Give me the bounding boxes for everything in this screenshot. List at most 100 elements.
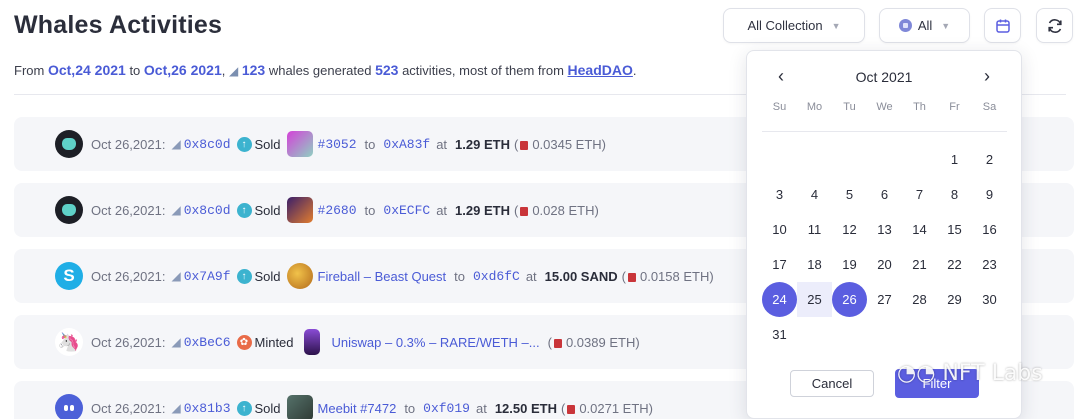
calendar-day[interactable]: 6 — [867, 177, 902, 212]
page-title: Whales Activities — [14, 11, 223, 39]
calendar-day[interactable]: 7 — [902, 177, 937, 212]
gas-fee: (0.028 ETH) — [513, 202, 599, 218]
summary-whale-count: 123 — [241, 62, 266, 78]
calendar-day[interactable]: 13 — [867, 212, 902, 247]
calendar-day[interactable]: 22 — [937, 247, 972, 282]
refresh-icon — [1047, 18, 1062, 33]
weekday-label: Tu — [843, 101, 856, 113]
calendar-day[interactable]: 3 — [762, 177, 797, 212]
price: 1.29 ETH — [455, 202, 510, 218]
calendar-day[interactable]: 18 — [797, 247, 832, 282]
calendar-button[interactable] — [984, 8, 1021, 43]
nft-thumbnail[interactable] — [286, 197, 313, 223]
sold-icon: ↑ — [236, 202, 252, 218]
nft-item-link[interactable]: Meebit #7472 — [318, 401, 397, 416]
whale-icon: ◢ — [171, 401, 181, 415]
cancel-button[interactable]: Cancel — [790, 370, 874, 397]
summary-date-to: Oct,26 2021 — [143, 62, 222, 78]
chain-filter-dropdown[interactable]: All ▼ — [879, 8, 970, 43]
sold-icon: ↑ — [236, 136, 252, 152]
calendar-day[interactable]: 30 — [972, 282, 1007, 317]
calendar-day[interactable]: 25 — [797, 282, 832, 317]
calendar-icon — [995, 19, 1010, 33]
weekday-label: We — [876, 101, 893, 113]
calendar-day[interactable]: 9 — [972, 177, 1007, 212]
nft-item-link[interactable]: Uniswap – 0.3% – RARE/WETH –... — [332, 335, 540, 350]
whale-address[interactable]: 0x7A9f — [184, 269, 231, 284]
to-label: to — [364, 136, 376, 152]
avatar — [55, 130, 83, 158]
whale-address[interactable]: 0x8c0d — [184, 137, 231, 152]
calendar-day[interactable]: 27 — [867, 282, 902, 317]
gas-fee-value: 0.0345 ETH) — [532, 136, 607, 152]
top-collection-link[interactable]: HeadDAO — [568, 62, 633, 78]
to-label: to — [404, 400, 416, 416]
whale-address[interactable]: 0x8c0d — [184, 203, 231, 218]
calendar-day[interactable]: 10 — [762, 212, 797, 247]
calendar-day[interactable]: 14 — [902, 212, 937, 247]
to-label: to — [454, 268, 465, 284]
whale-address[interactable]: 0x81b3 — [184, 401, 231, 416]
activity-date: Oct 26,2021: — [91, 400, 166, 416]
calendar-header: Oct 2021 ‹ › — [747, 67, 1021, 87]
sold-icon: ↑ — [236, 400, 252, 416]
calendar-day[interactable]: 16 — [972, 212, 1007, 247]
calendar-day[interactable]: 19 — [832, 247, 867, 282]
chain-icon — [898, 19, 912, 32]
watermark-text: NFT Labs — [942, 361, 1043, 386]
buyer-address[interactable]: 0xf019 — [423, 401, 470, 416]
calendar-day[interactable]: 15 — [937, 212, 972, 247]
nft-thumbnail[interactable] — [303, 329, 320, 355]
collection-filter-dropdown[interactable]: All Collection ▼ — [723, 8, 865, 43]
avatar: S — [55, 262, 83, 290]
nft-thumbnail[interactable] — [286, 263, 313, 289]
calendar-day[interactable]: 8 — [937, 177, 972, 212]
whale-address[interactable]: 0xBeC6 — [184, 335, 231, 350]
calendar-day[interactable]: 31 — [762, 317, 797, 352]
activity-action: Sold — [254, 268, 281, 284]
at-label: at — [436, 202, 448, 218]
chevron-down-icon: ▼ — [941, 20, 951, 31]
buyer-address[interactable]: 0xA83f — [383, 137, 430, 152]
buyer-address[interactable]: 0xd6fC — [473, 269, 520, 284]
calendar-day[interactable]: 28 — [902, 282, 937, 317]
calendar-day[interactable]: 12 — [832, 212, 867, 247]
whale-icon: ◢ — [171, 203, 181, 217]
nft-item-link[interactable]: #3052 — [318, 137, 357, 152]
gas-fee-value: 0.0389 ETH) — [565, 334, 640, 350]
at-label: at — [525, 268, 537, 284]
calendar-day-grid: 1 2 3 4 5 6 7 8 9 10 11 12 13 14 15 16 17 18 19 20 21 22 23 24 2… — [762, 142, 1007, 352]
collection-filter-label: All Collection — [747, 18, 823, 33]
whale-icon: ◢ — [171, 335, 181, 349]
nft-item-link[interactable]: #2680 — [318, 203, 357, 218]
chevron-left-icon[interactable]: ‹ — [771, 67, 791, 87]
gas-fee: (0.0389 ETH) — [547, 334, 640, 350]
buyer-address[interactable]: 0xECFC — [383, 203, 430, 218]
nft-thumbnail[interactable] — [286, 395, 313, 419]
nft-thumbnail[interactable] — [286, 131, 313, 157]
calendar-day[interactable]: 23 — [972, 247, 1007, 282]
calendar-day[interactable]: 4 — [797, 177, 832, 212]
gas-fee-value: 0.028 ETH) — [532, 202, 599, 218]
refresh-button[interactable] — [1036, 8, 1073, 43]
summary-mid-text: whales generated — [268, 63, 372, 78]
calendar-day[interactable]: 24 — [762, 282, 797, 317]
summary-tail-text: activities, most of them from — [402, 63, 564, 78]
chevron-right-icon[interactable]: › — [977, 67, 997, 87]
calendar-day[interactable]: 2 — [972, 142, 1007, 177]
calendar-day[interactable]: 11 — [797, 212, 832, 247]
gas-pump-icon — [520, 206, 529, 216]
calendar-day[interactable]: 21 — [902, 247, 937, 282]
summary-date-from: Oct,24 2021 — [47, 62, 126, 78]
calendar-day[interactable]: 26 — [832, 282, 867, 317]
calendar-day[interactable]: 17 — [762, 247, 797, 282]
calendar-day[interactable]: 5 — [832, 177, 867, 212]
calendar-day[interactable]: 29 — [937, 282, 972, 317]
summary-to-label: to — [129, 63, 141, 78]
calendar-day[interactable]: 1 — [937, 142, 972, 177]
nft-item-link[interactable]: Fireball – Beast Quest — [318, 269, 447, 284]
chain-filter-label: All — [917, 18, 933, 33]
at-label: at — [475, 400, 487, 416]
calendar-day[interactable]: 20 — [867, 247, 902, 282]
activity-date: Oct 26,2021: — [91, 202, 166, 218]
